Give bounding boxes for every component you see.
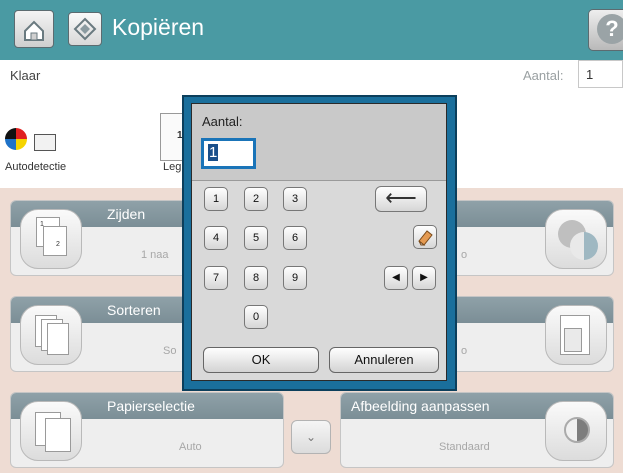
cursor-left-button[interactable]: ◀ <box>384 266 408 290</box>
eraser-icon <box>418 230 433 246</box>
ok-button[interactable]: OK <box>203 347 319 373</box>
cursor-right-button[interactable]: ▶ <box>412 266 436 290</box>
home-icon <box>24 20 44 41</box>
right-arrow-icon: ▶ <box>420 272 428 283</box>
dialog-label: Aantal: <box>202 114 243 129</box>
page-title: Kopiëren <box>112 14 205 40</box>
key-8[interactable]: 8 <box>244 266 268 290</box>
tile-value: So <box>163 345 177 357</box>
tile-value: o <box>461 249 468 261</box>
scanner-icon <box>34 134 56 151</box>
count-label: Aantal: <box>523 68 564 83</box>
quantity-input[interactable]: 1 <box>201 138 256 169</box>
brightness-icon <box>545 401 607 461</box>
home-button[interactable] <box>14 10 54 48</box>
key-1[interactable]: 1 <box>204 187 228 211</box>
tile-value: Auto <box>179 441 202 453</box>
key-2[interactable]: 2 <box>244 187 268 211</box>
clear-button[interactable] <box>413 225 437 249</box>
key-3[interactable]: 3 <box>283 187 307 211</box>
count-field[interactable]: 1 <box>578 60 623 88</box>
key-7[interactable]: 7 <box>204 266 228 290</box>
key-5[interactable]: 5 <box>244 226 268 250</box>
tile-value: o <box>461 345 468 357</box>
left-arrow-icon: ◀ <box>392 272 400 283</box>
collate-icon <box>20 305 82 365</box>
paper-icon <box>20 401 82 461</box>
quantity-input-value: 1 <box>208 144 219 161</box>
backspace-icon: ⟵ <box>385 185 417 210</box>
color-icon <box>545 209 607 269</box>
scroll-down-button[interactable]: ⌄ <box>291 420 331 454</box>
sides-icon: 1 2 <box>20 209 82 269</box>
auto-detect-label: Autodetectie <box>5 161 67 173</box>
reduce-enlarge-icon <box>545 305 607 365</box>
help-icon: ? <box>597 14 623 44</box>
copy-app-icon <box>68 12 102 46</box>
key-0[interactable]: 0 <box>244 305 268 329</box>
tile-value: Standaard <box>439 441 490 453</box>
key-4[interactable]: 4 <box>204 226 228 250</box>
status-text: Klaar <box>10 68 41 83</box>
color-mode-icon <box>5 128 27 150</box>
key-6[interactable]: 6 <box>283 226 307 250</box>
key-9[interactable]: 9 <box>283 266 307 290</box>
page-preview-label: Leg <box>163 161 182 173</box>
cancel-button[interactable]: Annuleren <box>329 347 439 373</box>
backspace-button[interactable]: ⟵ <box>375 186 427 212</box>
divider <box>192 180 446 181</box>
tile-value: 1 naa <box>141 249 169 261</box>
